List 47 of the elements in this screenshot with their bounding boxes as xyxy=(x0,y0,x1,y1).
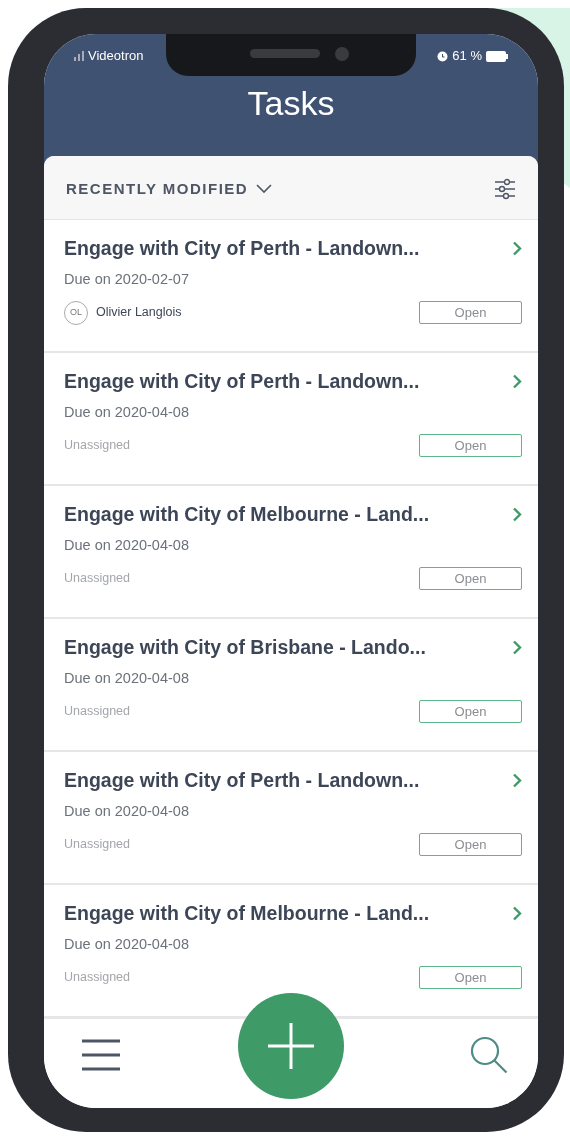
unassigned-label: Unassigned xyxy=(64,436,130,454)
chevron-right-icon xyxy=(512,373,522,389)
carrier-label: Videotron xyxy=(88,47,144,66)
unassigned-label: Unassigned xyxy=(64,968,130,986)
task-title: Engage with City of Melbourne - Land... xyxy=(64,900,430,926)
unassigned-label: Unassigned xyxy=(64,569,130,587)
chevron-right-icon xyxy=(512,639,522,655)
search-icon[interactable] xyxy=(470,1035,508,1074)
chevron-right-icon xyxy=(512,905,522,921)
status-tag: Open xyxy=(419,566,522,590)
chevron-down-icon[interactable] xyxy=(256,184,273,195)
task-title: Engage with City of Perth - Landown... xyxy=(64,767,420,793)
battery-icon xyxy=(486,50,508,62)
status-tag: Open xyxy=(419,699,522,723)
unassigned-label: Unassigned xyxy=(64,702,130,720)
task-row[interactable]: Engage with City of Perth - Landown... Due on 2020-02-07 OL Olivier Langlois Open xyxy=(44,219,538,353)
task-row[interactable]: Engage with City of Melbourne - Land... Due on 2020-04-08 Unassigned Open xyxy=(44,485,538,619)
unassigned-label: Unassigned xyxy=(64,835,130,853)
sort-dropdown[interactable]: RECENTLY MODIFIED xyxy=(66,178,249,201)
page-title: Tasks xyxy=(246,83,336,124)
assignee-name: Olivier Langlois xyxy=(96,304,182,322)
task-title: Engage with City of Perth - Landown... xyxy=(64,235,420,261)
plus-icon xyxy=(268,1023,314,1069)
chevron-right-icon xyxy=(512,772,522,788)
status-tag: Open xyxy=(419,965,522,989)
speaker-icon xyxy=(250,46,350,62)
task-title: Engage with City of Brisbane - Lando... xyxy=(64,634,426,660)
due-date: Due on 2020-02-07 xyxy=(64,269,190,289)
due-date: Due on 2020-04-08 xyxy=(64,668,190,688)
menu-icon[interactable] xyxy=(82,1038,120,1071)
chevron-right-icon xyxy=(512,506,522,522)
due-date: Due on 2020-04-08 xyxy=(64,934,190,954)
due-date: Due on 2020-04-08 xyxy=(64,535,190,555)
status-tag: Open xyxy=(419,300,522,325)
status-tag: Open xyxy=(419,832,522,856)
filter-sliders-icon[interactable] xyxy=(494,178,516,201)
task-row[interactable]: Engage with City of Brisbane - Lando... Due on 2020-04-08 Unassigned Open xyxy=(44,618,538,752)
due-date: Due on 2020-04-08 xyxy=(64,402,190,422)
task-title: Engage with City of Melbourne - Land... xyxy=(64,501,430,527)
task-row[interactable]: Engage with City of Perth - Landown... Due on 2020-04-08 Unassigned Open xyxy=(44,751,538,885)
due-date: Due on 2020-04-08 xyxy=(64,801,190,821)
chevron-right-icon xyxy=(512,240,522,256)
task-row[interactable]: Engage with City of Perth - Landown... Due on 2020-04-08 Unassigned Open xyxy=(44,352,538,486)
status-tag: Open xyxy=(419,433,522,457)
signal-icon xyxy=(74,51,84,61)
battery-label: 61 % xyxy=(452,47,482,66)
task-title: Engage with City of Perth - Landown... xyxy=(64,368,420,394)
